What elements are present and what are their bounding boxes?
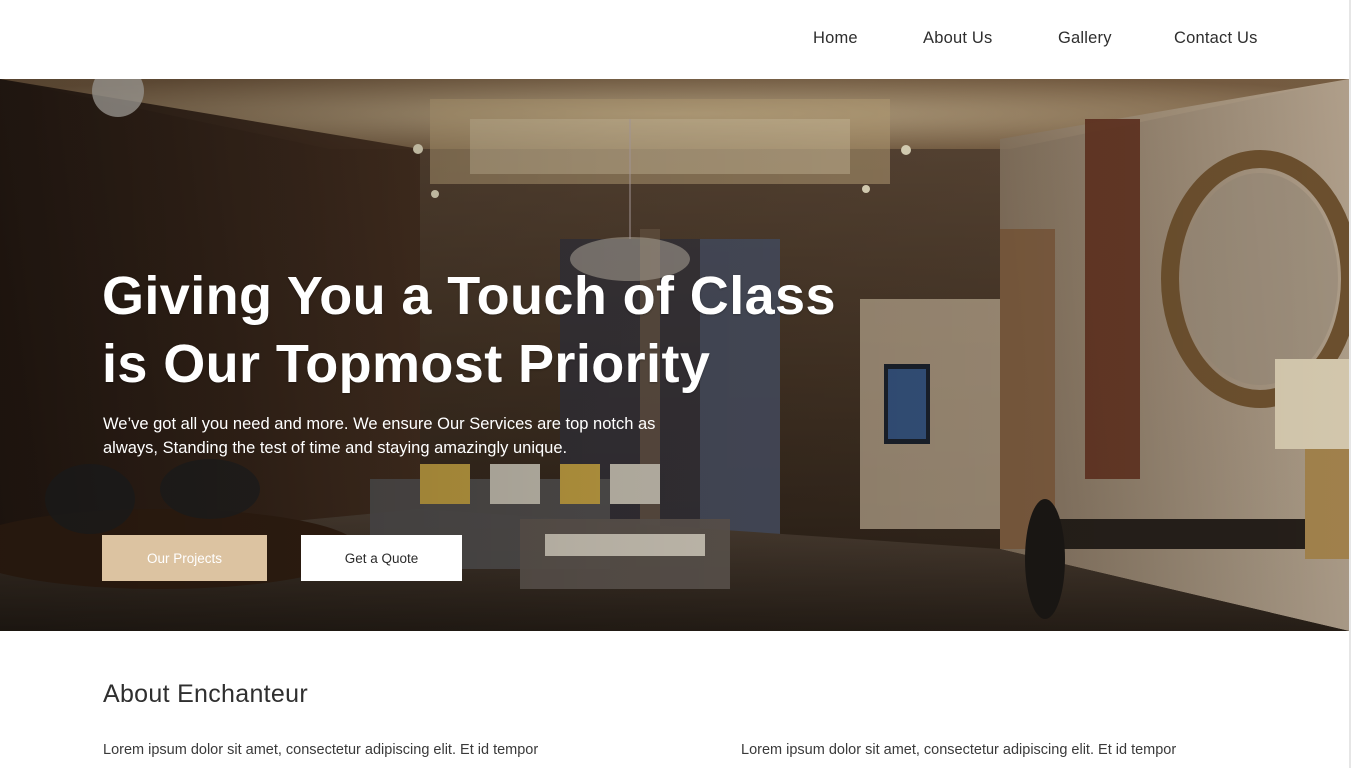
hero-title-line-2: is Our Topmost Priority <box>102 334 711 394</box>
nav-about-link[interactable]: About Us <box>923 29 992 48</box>
about-heading: About Enchanteur <box>103 680 308 708</box>
hero-title: Giving You a Touch of Class is Our Topmo… <box>102 262 922 398</box>
our-projects-button[interactable]: Our Projects <box>102 535 267 581</box>
nav-home-link[interactable]: Home <box>813 29 858 48</box>
about-text-left: Lorem ipsum dolor sit amet, consectetur … <box>103 742 539 758</box>
page: Home About Us Gallery Contact Us Giving … <box>0 0 1349 768</box>
nav-gallery-link[interactable]: Gallery <box>1058 29 1112 48</box>
hero-title-line-1: Giving You a Touch of Class <box>102 266 836 326</box>
hero-subtitle: We’ve got all you need and more. We ensu… <box>103 415 656 457</box>
hero-section: Giving You a Touch of Class is Our Topmo… <box>0 79 1349 631</box>
site-header: Home About Us Gallery Contact Us <box>0 0 1349 79</box>
nav-contact-link[interactable]: Contact Us <box>1174 29 1258 48</box>
get-a-quote-button[interactable]: Get a Quote <box>301 535 462 581</box>
about-text-right: Lorem ipsum dolor sit amet, consectetur … <box>741 742 1177 758</box>
